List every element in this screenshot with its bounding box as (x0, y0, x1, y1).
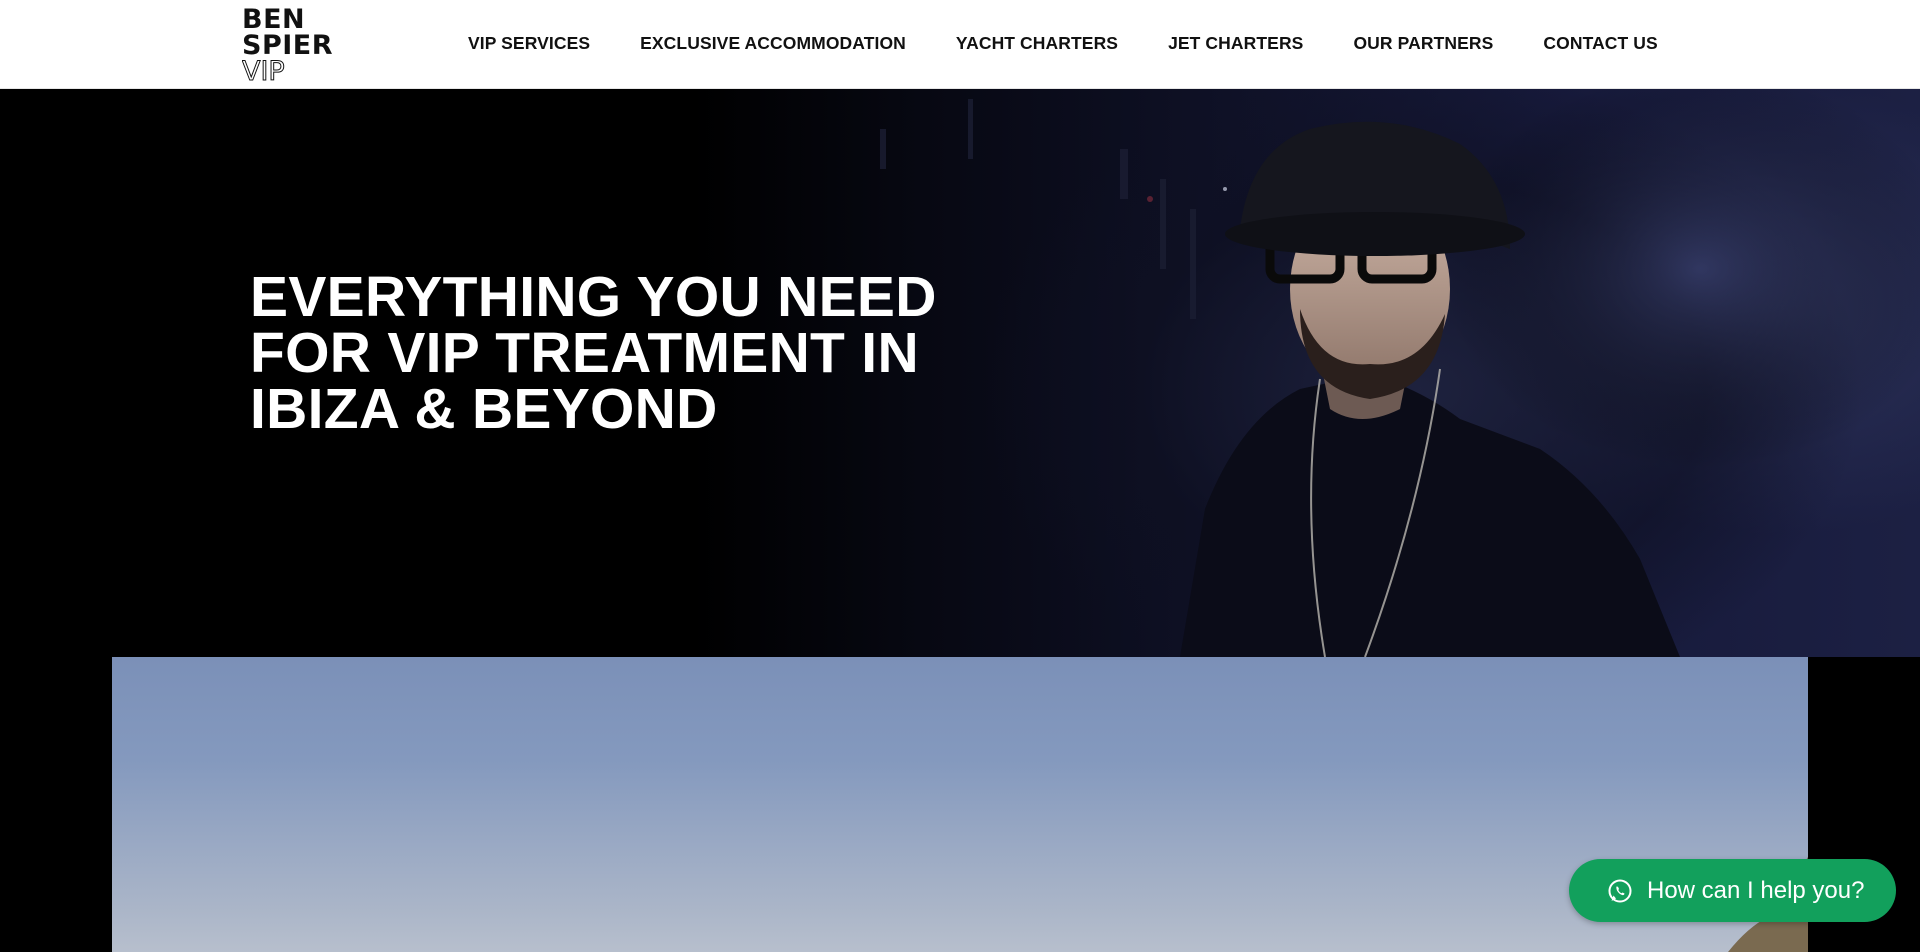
banner-landscape-image (112, 657, 1808, 952)
hero-section: EVERYTHING YOU NEED FOR VIP TREATMENT IN… (0, 89, 1920, 657)
nav-item-yacht-charters[interactable]: YACHT CHARTERS (956, 33, 1118, 54)
nav-item-vip-services[interactable]: VIP SERVICES (468, 33, 590, 54)
nav-item-our-partners[interactable]: OUR PARTNERS (1353, 33, 1493, 54)
whatsapp-chat-button[interactable]: How can I help you? (1569, 859, 1896, 922)
site-logo[interactable]: BEN SPIER VIP (242, 4, 334, 86)
hero-title: EVERYTHING YOU NEED FOR VIP TREATMENT IN… (250, 265, 937, 441)
chat-button-label: How can I help you? (1647, 876, 1865, 904)
nav-item-exclusive-accommodation[interactable]: EXCLUSIVE ACCOMMODATION (640, 33, 906, 54)
logo-vip-text: VIP (242, 58, 285, 84)
site-header: BEN SPIER VIP VIP SERVICES EXCLUSIVE ACC… (0, 0, 1920, 89)
logo-vip-outline: VIP (242, 58, 332, 84)
nav-item-contact-us[interactable]: CONTACT US (1543, 33, 1657, 54)
logo-line-spier: SPIER (242, 30, 334, 61)
main-nav: VIP SERVICES EXCLUSIVE ACCOMMODATION YAC… (468, 0, 1658, 86)
logo-line-ben: BEN (242, 4, 306, 35)
nav-item-jet-charters[interactable]: JET CHARTERS (1168, 33, 1303, 54)
whatsapp-icon (1607, 878, 1633, 904)
